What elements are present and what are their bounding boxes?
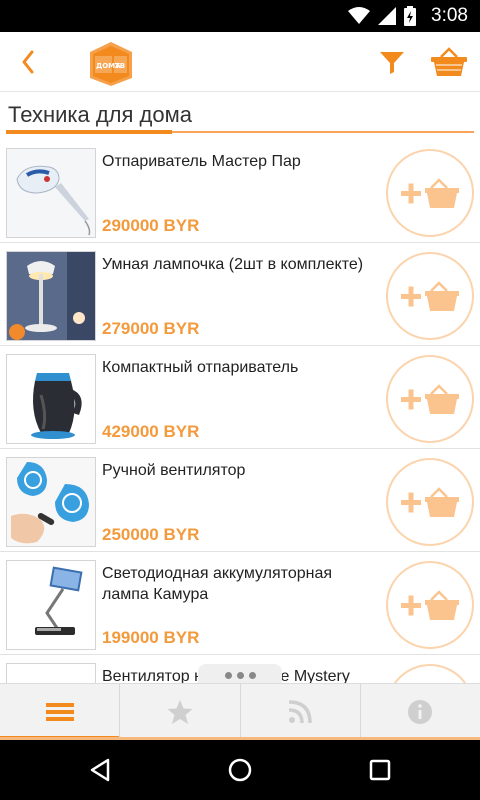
product-image <box>6 457 96 547</box>
add-to-cart-button[interactable] <box>386 458 474 546</box>
product-name: Ручной вентилятор <box>102 462 246 479</box>
chevron-left-icon <box>22 50 34 74</box>
add-to-cart-button[interactable] <box>386 355 474 443</box>
nav-back-button[interactable] <box>80 754 120 786</box>
add-to-basket-icon <box>401 281 459 311</box>
signal-icon <box>378 7 396 25</box>
add-to-basket-icon <box>401 384 459 414</box>
dot-icon <box>224 671 232 679</box>
logo-icon: ДОМА ТВ <box>90 42 132 86</box>
page-title: Техника для дома <box>8 102 192 127</box>
app-logo[interactable]: ДОМА ТВ <box>84 38 138 88</box>
product-item[interactable]: Отпариватель Мастер Пар 290000 BYR <box>0 140 480 243</box>
product-name: Компактный отпариватель <box>102 359 299 376</box>
status-bar: 3:08 <box>0 0 480 32</box>
info-icon <box>408 700 433 724</box>
status-icons <box>348 6 416 26</box>
tab-info[interactable] <box>361 684 480 740</box>
recents-square-icon <box>369 759 391 781</box>
add-to-cart-button[interactable] <box>386 252 474 340</box>
filter-icon <box>380 52 404 74</box>
add-to-cart-button[interactable] <box>386 149 474 237</box>
cart-button[interactable] <box>428 42 470 82</box>
product-item[interactable]: Компактный отпариватель 429000 BYR <box>0 346 480 449</box>
hand-fan-image <box>7 458 95 546</box>
product-name: Отпариватель Мастер Пар <box>102 153 301 170</box>
lamp-image <box>7 252 95 340</box>
basket-icon <box>431 47 467 76</box>
back-button[interactable] <box>12 44 44 80</box>
filter-button[interactable] <box>374 44 410 80</box>
tab-catalog[interactable] <box>0 684 121 740</box>
title-underline <box>6 130 474 134</box>
back-triangle-icon <box>90 758 110 782</box>
bottom-tab-bar <box>0 683 480 740</box>
system-navigation-bar <box>0 740 480 800</box>
rss-icon <box>289 700 312 724</box>
tab-favorites[interactable] <box>120 684 241 740</box>
product-item[interactable]: Умная лампочка (2шт в комплекте) 279000 … <box>0 243 480 346</box>
menu-icon <box>45 703 74 721</box>
dot-icon <box>248 671 256 679</box>
product-price: 250000 BYR <box>102 525 200 544</box>
product-price: 290000 BYR <box>102 216 200 235</box>
product-image <box>6 663 96 683</box>
nav-recents-button[interactable] <box>360 754 400 786</box>
product-price: 199000 BYR <box>102 628 200 647</box>
tab-news[interactable] <box>241 684 361 740</box>
product-name: Светодиодная аккумуляторная лампа Камура <box>102 565 333 603</box>
product-item[interactable]: Светодиодная аккумуляторная лампа Камура… <box>0 552 480 655</box>
product-image <box>6 560 96 650</box>
status-time: 3:08 <box>431 5 468 26</box>
home-circle-icon <box>228 758 252 782</box>
battery-icon <box>404 6 416 26</box>
nav-home-button[interactable] <box>220 754 260 786</box>
dot-icon <box>236 671 244 679</box>
product-list[interactable]: Отпариватель Мастер Пар 290000 BYR Умная… <box>0 140 480 683</box>
product-item[interactable]: Ручной вентилятор 250000 BYR <box>0 449 480 552</box>
add-to-basket-icon <box>401 487 459 517</box>
steamer-image <box>7 149 95 237</box>
product-image <box>6 148 96 238</box>
add-to-basket-icon <box>401 178 459 208</box>
wifi-icon <box>348 7 370 24</box>
product-price: 429000 BYR <box>102 422 200 441</box>
logo-text-right: ТВ <box>115 62 125 70</box>
led-lamp-image <box>7 561 95 649</box>
star-icon <box>167 700 193 724</box>
product-name: Умная лампочка (2шт в комплекте) <box>102 256 364 273</box>
product-image <box>6 354 96 444</box>
app-bar: ДОМА ТВ <box>0 32 480 92</box>
add-to-cart-button[interactable] <box>386 561 474 649</box>
product-image <box>6 251 96 341</box>
compact-steamer-image <box>7 355 95 443</box>
add-to-basket-icon <box>401 590 459 620</box>
product-price: 279000 BYR <box>102 319 200 338</box>
add-to-cart-button[interactable] <box>386 664 474 683</box>
